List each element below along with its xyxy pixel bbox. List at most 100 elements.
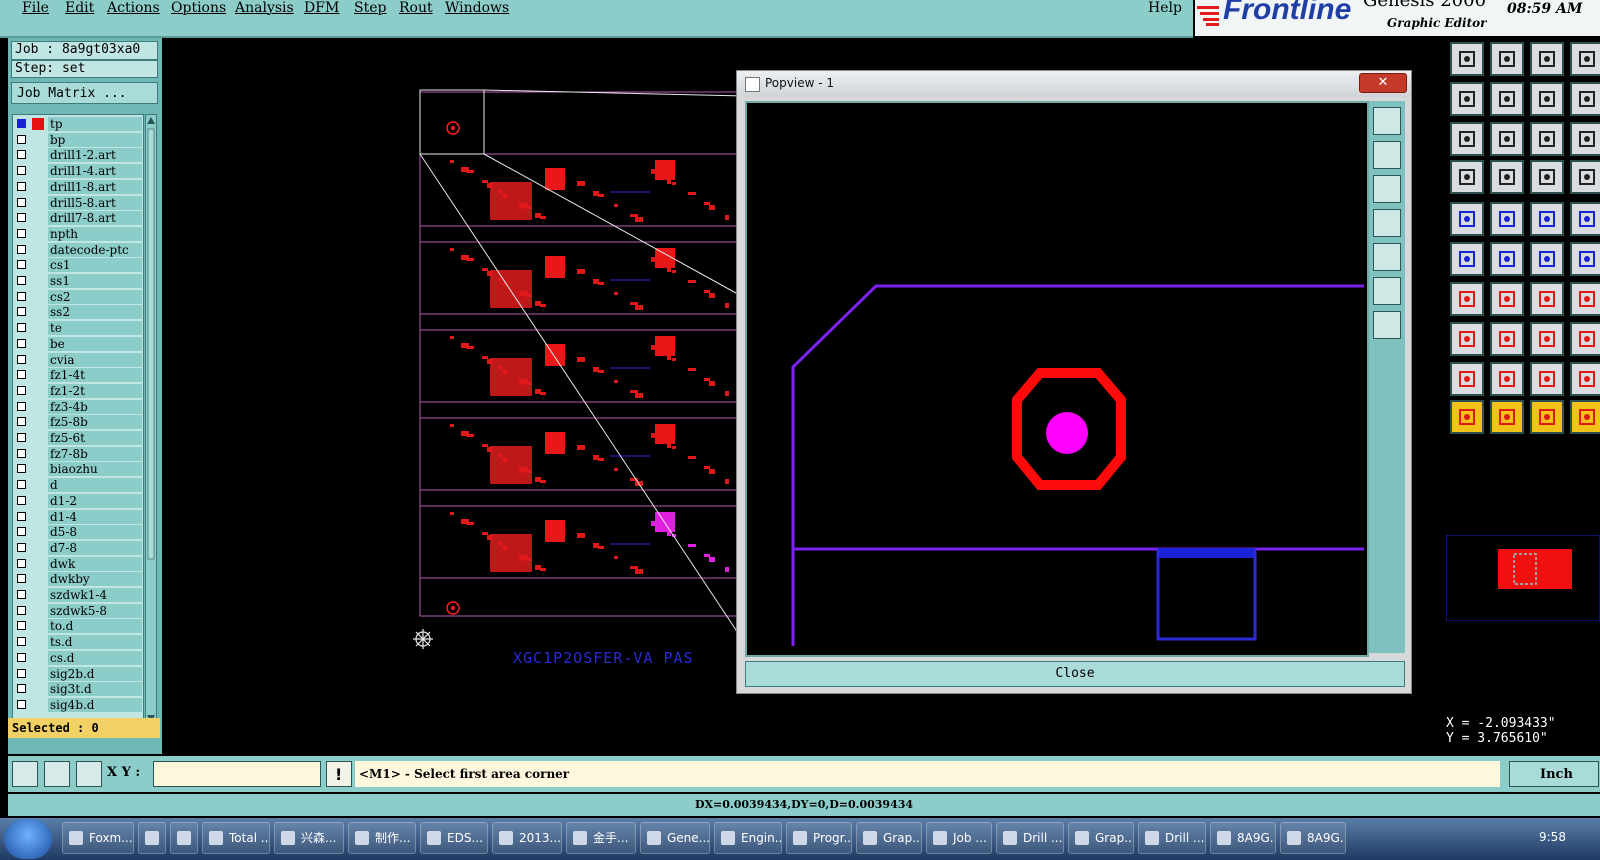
- taskbar-button[interactable]: 8A9G...: [1210, 822, 1276, 854]
- layer-row[interactable]: biaozhu: [13, 462, 143, 477]
- layer-row[interactable]: szdwk1-4: [13, 588, 143, 602]
- layer-row[interactable]: drill1-4.art: [13, 164, 143, 179]
- layer-checkbox[interactable]: [17, 181, 26, 191]
- stretch-icon[interactable]: [1570, 242, 1600, 276]
- layer-checkbox[interactable]: [17, 276, 26, 285]
- menu-file[interactable]: File: [22, 0, 49, 16]
- layer-row[interactable]: cs2: [13, 289, 143, 304]
- scale-1-2-icon[interactable]: [1530, 122, 1564, 156]
- refresh-icon[interactable]: [1570, 82, 1600, 116]
- layer-checkbox[interactable]: [17, 668, 26, 678]
- snap-icon[interactable]: [44, 761, 70, 787]
- layer-compare-icon[interactable]: [1530, 160, 1564, 194]
- move-point-icon[interactable]: [1530, 242, 1564, 276]
- select-poly-icon[interactable]: [1530, 400, 1564, 434]
- layer-row[interactable]: ss2: [13, 305, 143, 320]
- taskbar-button[interactable]: [170, 822, 198, 854]
- triangle-line-icon[interactable]: [1570, 362, 1600, 396]
- duplicate-icon[interactable]: [1570, 322, 1600, 356]
- layer-row[interactable]: dwk: [13, 556, 143, 571]
- zoom-out-icon[interactable]: [1373, 175, 1401, 203]
- grid-icon[interactable]: [76, 761, 102, 787]
- pan-left-icon[interactable]: [1373, 209, 1401, 237]
- ruler-icon[interactable]: [1530, 202, 1564, 236]
- taskbar-button[interactable]: Drill ...: [1138, 822, 1206, 854]
- triangle-edit-icon[interactable]: [1490, 362, 1524, 396]
- select-box-icon[interactable]: [1490, 400, 1524, 434]
- layer-row[interactable]: npth: [13, 226, 143, 241]
- job-matrix-button[interactable]: Job Matrix ...: [11, 82, 158, 104]
- pan-right-icon[interactable]: [1373, 243, 1401, 271]
- taskbar-button[interactable]: 制作...: [348, 822, 416, 854]
- menu-actions[interactable]: Actions: [107, 0, 160, 16]
- layer-checkbox[interactable]: [17, 542, 26, 552]
- layer-row[interactable]: to.d: [13, 619, 143, 634]
- snap-point-icon[interactable]: [1570, 202, 1600, 236]
- layer-row[interactable]: d: [13, 478, 143, 493]
- zoom-fit-icon[interactable]: [1450, 122, 1484, 156]
- taskbar-button[interactable]: Job ...: [926, 822, 992, 854]
- taskbar-button[interactable]: Grap...: [856, 822, 922, 854]
- layer-checkbox[interactable]: [17, 213, 26, 223]
- layer-checkbox[interactable]: [17, 558, 26, 568]
- layer-row[interactable]: cs.d: [13, 650, 143, 665]
- help-icon[interactable]: [1570, 122, 1600, 156]
- connect-icon[interactable]: [1450, 242, 1484, 276]
- layer-checkbox[interactable]: [17, 527, 26, 537]
- layer-checkbox[interactable]: [17, 574, 26, 584]
- layer-checkbox[interactable]: [17, 605, 26, 615]
- menu-windows[interactable]: Windows: [445, 0, 509, 16]
- layer-row[interactable]: be: [13, 336, 143, 351]
- layer-checkbox[interactable]: [17, 385, 26, 395]
- xy-input[interactable]: [153, 761, 321, 787]
- menu-help[interactable]: Help: [1148, 0, 1182, 16]
- layer-row[interactable]: te: [13, 321, 143, 336]
- layer-checkbox[interactable]: [17, 119, 26, 128]
- triangle-icon[interactable]: [1450, 362, 1484, 396]
- grid-toggle-icon[interactable]: [1490, 160, 1524, 194]
- layer-checkbox[interactable]: [17, 150, 26, 160]
- layer-row[interactable]: sig2b.d: [13, 666, 143, 681]
- layer-checkbox[interactable]: [17, 166, 26, 176]
- layer-checkbox[interactable]: [17, 621, 26, 631]
- layer-checkbox[interactable]: [17, 684, 26, 694]
- layer-row[interactable]: d1-2: [13, 493, 143, 508]
- pad-icon[interactable]: [1450, 202, 1484, 236]
- copy-pad-icon[interactable]: [1450, 322, 1484, 356]
- taskbar-button[interactable]: 8A9G...: [1280, 822, 1346, 854]
- layer-row[interactable]: d5-8: [13, 525, 143, 540]
- redo-icon[interactable]: [1490, 82, 1524, 116]
- layer-checkbox[interactable]: [17, 228, 26, 238]
- menu-analysis[interactable]: Analysis: [235, 0, 294, 16]
- measure-icon[interactable]: [12, 761, 38, 787]
- slope-icon[interactable]: [1490, 282, 1524, 316]
- line-icon[interactable]: [1490, 202, 1524, 236]
- layer-checkbox[interactable]: [17, 291, 26, 301]
- layer-row[interactable]: ts.d: [13, 635, 143, 650]
- layer-list-scrollbar[interactable]: [145, 114, 157, 726]
- start-button[interactable]: [4, 819, 52, 859]
- layer-checkbox[interactable]: [17, 401, 26, 411]
- arc-icon[interactable]: [1530, 282, 1564, 316]
- layer-checkbox[interactable]: [17, 433, 26, 442]
- center-view-icon[interactable]: [1373, 311, 1401, 339]
- menu-options[interactable]: Options: [171, 0, 226, 16]
- triangle-fill-icon[interactable]: [1530, 362, 1564, 396]
- layer-row[interactable]: sig3t.d: [13, 682, 143, 697]
- alert-icon[interactable]: !: [326, 761, 352, 787]
- layer-checkbox[interactable]: [17, 699, 26, 709]
- zoom-home-icon[interactable]: [1373, 107, 1401, 135]
- layer-row[interactable]: dwkby: [13, 572, 143, 587]
- open-step-icon[interactable]: [1450, 42, 1484, 76]
- layer-checkbox[interactable]: [17, 637, 26, 647]
- layer-checkbox[interactable]: [17, 134, 26, 144]
- layer-row[interactable]: datecode-ptc: [13, 242, 143, 257]
- popview-canvas[interactable]: [745, 101, 1369, 657]
- popview-titlebar[interactable]: Popview - 1 ✕: [737, 71, 1411, 97]
- layer-row[interactable]: tp: [13, 117, 143, 131]
- layer-checkbox[interactable]: [17, 590, 26, 599]
- layer-checkbox[interactable]: [17, 370, 26, 380]
- layer-row[interactable]: drill7-8.art: [13, 211, 143, 226]
- layer-row[interactable]: d1-4: [13, 509, 143, 524]
- layer-checkbox[interactable]: [17, 495, 26, 505]
